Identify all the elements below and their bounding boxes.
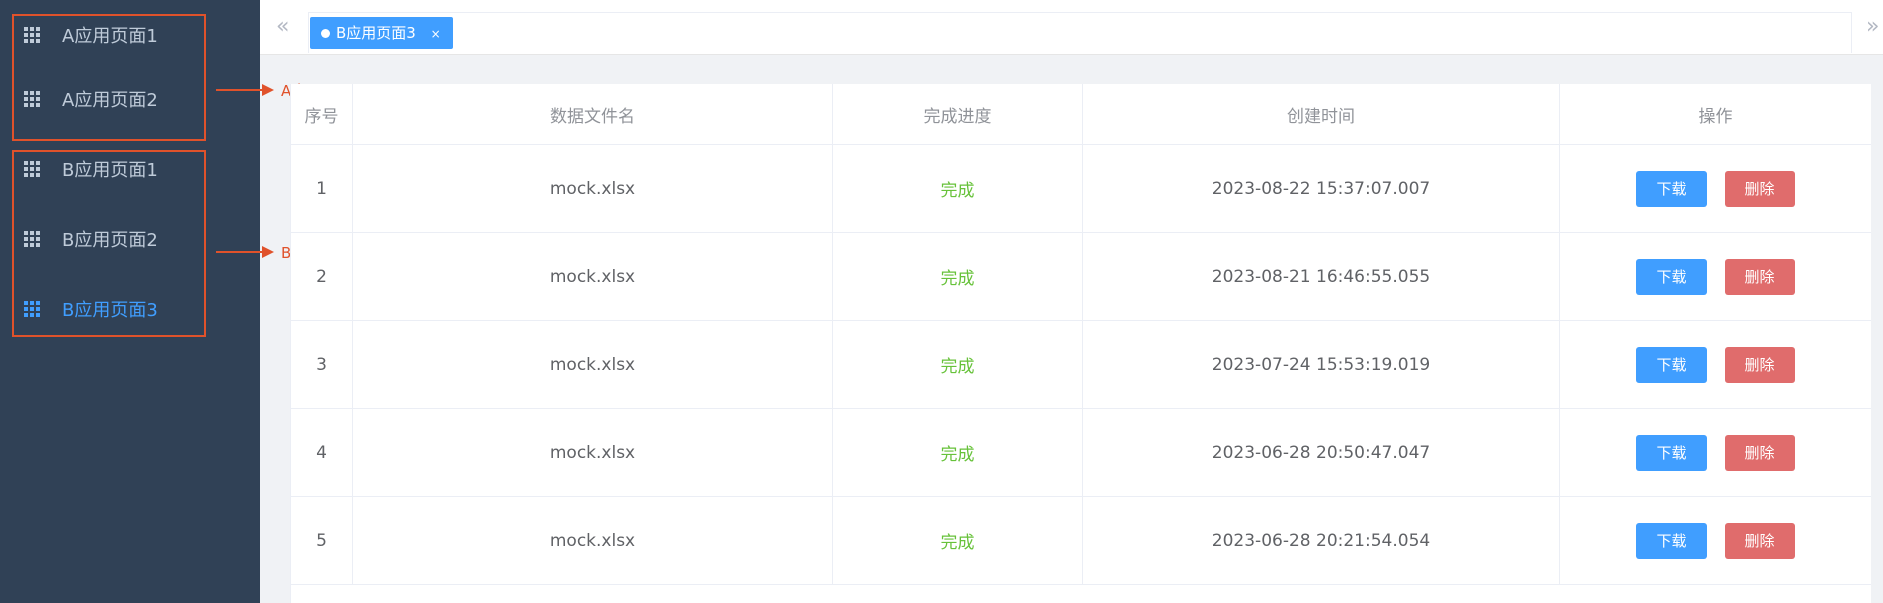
row-index: 1: [291, 145, 353, 232]
row-created-time: 2023-08-22 15:37:07.007: [1083, 145, 1560, 232]
app-a-group-outline: [12, 14, 206, 141]
data-table: 序号 数据文件名 完成进度 创建时间 操作 1 mock.xlsx 完成 202…: [290, 84, 1871, 603]
download-button[interactable]: 下载: [1636, 170, 1707, 207]
row-actions: 下载 删除: [1560, 497, 1871, 584]
row-index: 5: [291, 497, 353, 584]
active-dot-icon: [321, 29, 330, 38]
row-actions: 下载 删除: [1560, 233, 1871, 320]
header-actions: 操作: [1698, 106, 1733, 127]
tab-label: B应用页面3: [336, 24, 416, 42]
row-status: 完成: [833, 321, 1083, 408]
row-created-time: 2023-07-24 15:53:19.019: [1083, 321, 1560, 408]
annotation-arrow-a: [216, 84, 274, 96]
table-header-row: 序号 数据文件名 完成进度 创建时间 操作: [291, 84, 1871, 145]
download-button[interactable]: 下载: [1636, 434, 1707, 471]
row-file-name: mock.xlsx: [353, 409, 833, 496]
delete-button[interactable]: 删除: [1724, 346, 1795, 383]
row-created-time: 2023-08-21 16:46:55.055: [1083, 233, 1560, 320]
tabs-scroll-left-icon[interactable]: «: [276, 14, 289, 39]
header-file-name: 数据文件名: [353, 84, 833, 144]
row-file-name: mock.xlsx: [353, 497, 833, 584]
delete-button[interactable]: 删除: [1724, 434, 1795, 471]
table-row: 4 mock.xlsx 完成 2023-06-28 20:50:47.047 下…: [291, 409, 1871, 497]
row-index: 3: [291, 321, 353, 408]
header-created-time: 创建时间: [1083, 84, 1560, 144]
app-b-group-outline: [12, 150, 206, 337]
row-status: 完成: [833, 145, 1083, 232]
close-icon[interactable]: ×: [431, 27, 441, 41]
row-status: 完成: [833, 233, 1083, 320]
download-button[interactable]: 下载: [1636, 522, 1707, 559]
row-file-name: mock.xlsx: [353, 233, 833, 320]
row-index: 4: [291, 409, 353, 496]
table-row: 1 mock.xlsx 完成 2023-08-22 15:37:07.007 下…: [291, 145, 1871, 233]
tabs-scroll-right-icon[interactable]: »: [1866, 14, 1879, 39]
tabs-bar: « B应用页面3 × »: [260, 0, 1883, 55]
row-actions: 下载 删除: [1560, 321, 1871, 408]
delete-button[interactable]: 删除: [1724, 170, 1795, 207]
row-created-time: 2023-06-28 20:50:47.047: [1083, 409, 1560, 496]
table-row: 3 mock.xlsx 完成 2023-07-24 15:53:19.019 下…: [291, 321, 1871, 409]
header-index: 序号: [291, 84, 353, 144]
delete-button[interactable]: 删除: [1724, 522, 1795, 559]
download-button[interactable]: 下载: [1636, 258, 1707, 295]
row-status: 完成: [833, 497, 1083, 584]
tabs-track: [308, 12, 1852, 53]
row-file-name: mock.xlsx: [353, 145, 833, 232]
row-created-time: 2023-06-28 20:21:54.054: [1083, 497, 1560, 584]
table-row: 2 mock.xlsx 完成 2023-08-21 16:46:55.055 下…: [291, 233, 1871, 321]
table-row: 5 mock.xlsx 完成 2023-06-28 20:21:54.054 下…: [291, 497, 1871, 585]
delete-button[interactable]: 删除: [1724, 258, 1795, 295]
annotation-arrow-b: [216, 246, 274, 258]
header-progress: 完成进度: [833, 84, 1083, 144]
row-index: 2: [291, 233, 353, 320]
row-actions: 下载 删除: [1560, 409, 1871, 496]
tab-b-page-3[interactable]: B应用页面3 ×: [310, 17, 453, 49]
row-actions: 下载 删除: [1560, 145, 1871, 232]
download-button[interactable]: 下载: [1636, 346, 1707, 383]
row-file-name: mock.xlsx: [353, 321, 833, 408]
row-status: 完成: [833, 409, 1083, 496]
